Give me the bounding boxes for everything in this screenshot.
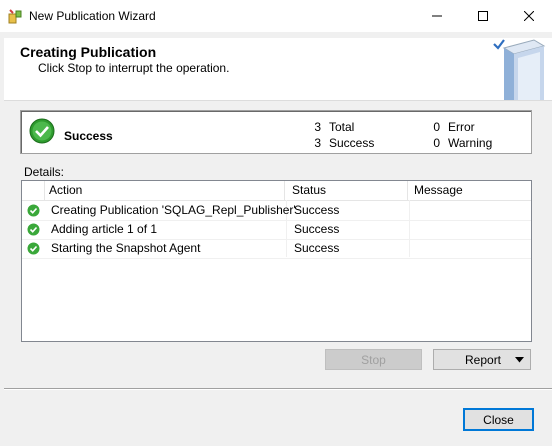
header-icon-column[interactable]: [22, 181, 45, 200]
maximize-icon: [478, 11, 488, 21]
warning-label: Warning: [448, 136, 493, 150]
error-label: Error: [448, 120, 475, 134]
column-header-message[interactable]: Message: [409, 181, 531, 200]
grid-header: Action Status Message: [22, 181, 531, 201]
close-window-button[interactable]: [506, 0, 552, 32]
table-row[interactable]: Creating Publication 'SQLAG_Repl_Publish…: [22, 201, 531, 221]
details-grid[interactable]: Action Status Message Creating Publicati…: [21, 180, 532, 342]
row-status: Success: [294, 222, 340, 236]
success-label: Success: [329, 136, 375, 150]
success-check-icon: [27, 204, 40, 217]
row-status: Success: [294, 241, 340, 255]
success-check-icon: [29, 118, 55, 144]
table-row[interactable]: Starting the Snapshot Agent Success: [22, 239, 531, 259]
details-label: Details:: [24, 165, 65, 179]
dropdown-arrow-icon: [515, 357, 524, 363]
row-action: Adding article 1 of 1: [51, 222, 158, 236]
wizard-header: Creating Publication Click Stop to inter…: [4, 38, 552, 101]
stop-button[interactable]: Stop: [325, 349, 422, 370]
window-title: New Publication Wizard: [29, 9, 156, 23]
row-status: Success: [294, 203, 340, 217]
status-summary: Success 3 Total 3 Success 0 Error 0 Warn…: [20, 110, 532, 154]
success-count: 3: [314, 136, 321, 150]
column-header-action[interactable]: Action: [45, 181, 285, 200]
table-row[interactable]: Adding article 1 of 1 Success: [22, 220, 531, 240]
success-check-icon: [27, 223, 40, 236]
book-icon: [493, 39, 546, 100]
minimize-icon: [432, 15, 442, 17]
success-check-icon: [27, 242, 40, 255]
column-header-status[interactable]: Status: [286, 181, 408, 200]
page-subtitle: Click Stop to interrupt the operation.: [38, 61, 230, 75]
report-button-label: Report: [465, 352, 502, 367]
report-button[interactable]: Report: [433, 349, 531, 370]
close-icon: [524, 11, 534, 21]
minimize-button[interactable]: [414, 0, 460, 32]
status-text: Success: [64, 129, 113, 143]
title-bar: New Publication Wizard: [0, 0, 552, 32]
wizard-app-icon: [8, 9, 22, 24]
page-title: Creating Publication: [20, 44, 157, 60]
warning-count: 0: [433, 136, 440, 150]
total-count: 3: [314, 120, 321, 134]
row-action: Starting the Snapshot Agent: [51, 241, 201, 255]
close-button[interactable]: Close: [463, 408, 534, 431]
footer-separator: [4, 388, 552, 390]
error-count: 0: [433, 120, 440, 134]
row-action: Creating Publication 'SQLAG_Repl_Publish…: [51, 203, 296, 217]
maximize-button[interactable]: [460, 0, 506, 32]
total-label: Total: [329, 120, 355, 134]
